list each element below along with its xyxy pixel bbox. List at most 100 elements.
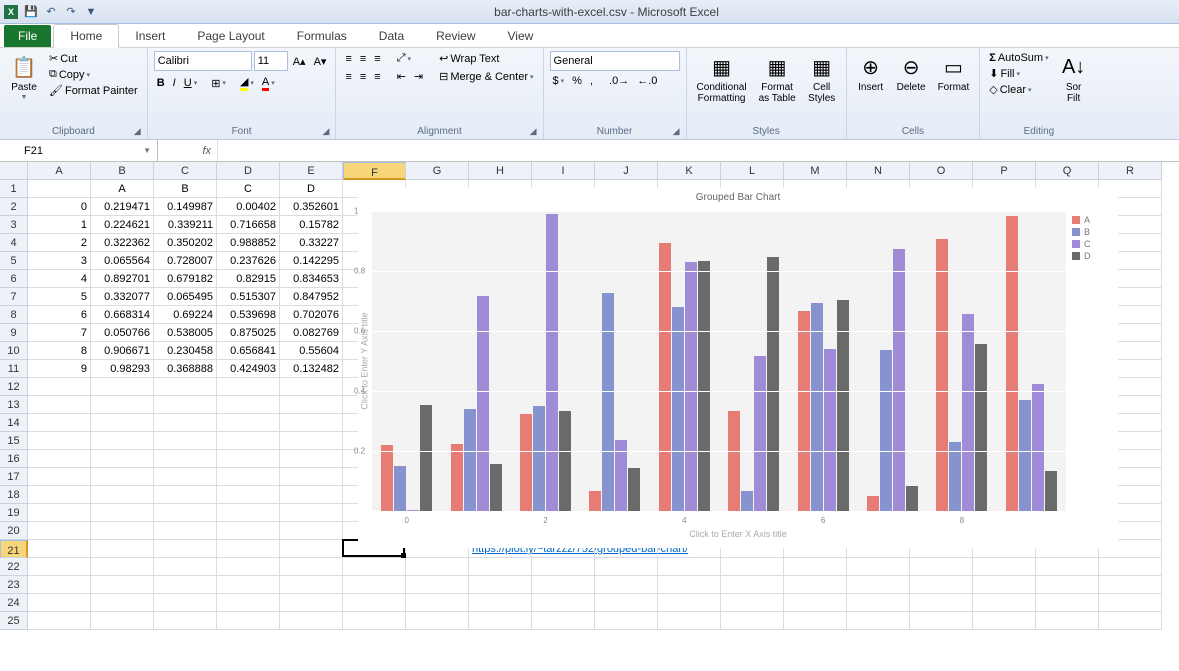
cell[interactable] — [28, 504, 91, 522]
row-header[interactable]: 16 — [0, 450, 28, 468]
cell[interactable]: 0.656841 — [217, 342, 280, 360]
cell[interactable]: 0.82915 — [217, 270, 280, 288]
dialog-launcher-icon[interactable]: ◢ — [530, 126, 537, 137]
cell[interactable] — [280, 540, 343, 558]
row-header[interactable]: 8 — [0, 306, 28, 324]
cell[interactable]: 0.875025 — [217, 324, 280, 342]
decrease-indent-button[interactable]: ⇤ — [394, 69, 409, 84]
cell[interactable] — [658, 612, 721, 630]
cell[interactable] — [1099, 594, 1162, 612]
clear-button[interactable]: ◇Clear▾ — [986, 82, 1051, 97]
delete-cells-button[interactable]: ⊖Delete — [893, 51, 930, 95]
cell[interactable] — [406, 594, 469, 612]
cell[interactable] — [154, 594, 217, 612]
fx-icon[interactable]: fx — [158, 140, 218, 161]
cell[interactable] — [910, 576, 973, 594]
cell[interactable] — [28, 450, 91, 468]
cell[interactable] — [343, 612, 406, 630]
column-header[interactable]: P — [973, 162, 1036, 180]
cell[interactable] — [1099, 612, 1162, 630]
cell[interactable] — [1036, 558, 1099, 576]
cell[interactable] — [154, 432, 217, 450]
row-header[interactable]: 2 — [0, 198, 28, 216]
name-box[interactable]: F21▼ — [18, 140, 158, 161]
cell[interactable]: D — [280, 180, 343, 198]
qat-dropdown-icon[interactable]: ▼ — [84, 5, 98, 19]
cut-button[interactable]: ✂Cut — [46, 51, 141, 66]
cell[interactable]: C — [217, 180, 280, 198]
cell[interactable]: 0.716658 — [217, 216, 280, 234]
column-header[interactable]: K — [658, 162, 721, 180]
tab-data[interactable]: Data — [363, 25, 420, 47]
cell[interactable] — [721, 594, 784, 612]
cell[interactable]: 0.424903 — [217, 360, 280, 378]
cell[interactable] — [469, 612, 532, 630]
cell[interactable]: 0.368888 — [154, 360, 217, 378]
row-header[interactable]: 21 — [0, 540, 28, 558]
cell[interactable] — [28, 468, 91, 486]
cell[interactable] — [280, 576, 343, 594]
cell[interactable] — [406, 576, 469, 594]
bold-button[interactable]: B — [154, 76, 168, 90]
tab-review[interactable]: Review — [420, 25, 491, 47]
font-name-select[interactable] — [154, 51, 252, 71]
column-header[interactable]: G — [406, 162, 469, 180]
comma-button[interactable]: , — [587, 74, 596, 88]
cell[interactable] — [343, 558, 406, 576]
cell[interactable] — [154, 558, 217, 576]
cell[interactable] — [217, 594, 280, 612]
chevron-down-icon[interactable]: ▼ — [143, 146, 151, 155]
sort-filter-button[interactable]: A↓Sor Filt — [1056, 51, 1092, 106]
conditional-formatting-button[interactable]: ▦Conditional Formatting — [693, 51, 751, 106]
cell[interactable]: 0.892701 — [91, 270, 154, 288]
cell[interactable] — [91, 558, 154, 576]
cell[interactable]: B — [154, 180, 217, 198]
cell[interactable] — [595, 558, 658, 576]
cell[interactable]: 0.98293 — [91, 360, 154, 378]
row-header[interactable]: 14 — [0, 414, 28, 432]
cell[interactable] — [91, 486, 154, 504]
cell[interactable] — [28, 594, 91, 612]
cell[interactable]: 0.538005 — [154, 324, 217, 342]
cell[interactable]: 0.15782 — [280, 216, 343, 234]
cell[interactable]: 0.668314 — [91, 306, 154, 324]
fill-color-button[interactable]: ◢▾ — [237, 74, 257, 92]
cell[interactable]: 6 — [28, 306, 91, 324]
format-as-table-button[interactable]: ▦Format as Table — [755, 51, 800, 106]
cell[interactable] — [658, 576, 721, 594]
cell[interactable]: 0.050766 — [91, 324, 154, 342]
align-center-button[interactable]: ≡ — [357, 70, 369, 84]
cell[interactable] — [280, 396, 343, 414]
cell[interactable]: 0.219471 — [91, 198, 154, 216]
cell[interactable] — [973, 576, 1036, 594]
cell[interactable] — [343, 594, 406, 612]
redo-icon[interactable]: ↷ — [64, 5, 78, 19]
cell[interactable] — [217, 414, 280, 432]
cell[interactable] — [91, 396, 154, 414]
align-bottom-button[interactable]: ≡ — [371, 52, 383, 66]
cell[interactable]: 0.728007 — [154, 252, 217, 270]
row-header[interactable]: 18 — [0, 486, 28, 504]
column-header[interactable]: J — [595, 162, 658, 180]
cell[interactable] — [91, 612, 154, 630]
column-header[interactable]: I — [532, 162, 595, 180]
cell[interactable] — [1099, 576, 1162, 594]
cell[interactable] — [721, 612, 784, 630]
decrease-decimal-button[interactable]: ←.0 — [634, 74, 660, 88]
cell[interactable]: 0 — [28, 198, 91, 216]
row-header[interactable]: 3 — [0, 216, 28, 234]
cell[interactable] — [91, 540, 154, 558]
cell[interactable] — [217, 378, 280, 396]
cell[interactable] — [847, 612, 910, 630]
cell[interactable]: A — [91, 180, 154, 198]
cell[interactable] — [154, 612, 217, 630]
cell[interactable]: 0.702076 — [280, 306, 343, 324]
cell[interactable] — [784, 594, 847, 612]
tab-formulas[interactable]: Formulas — [281, 25, 363, 47]
cell[interactable]: 0.237626 — [217, 252, 280, 270]
row-header[interactable]: 1 — [0, 180, 28, 198]
cell[interactable] — [217, 558, 280, 576]
cell[interactable] — [91, 504, 154, 522]
cell[interactable] — [91, 576, 154, 594]
cell[interactable] — [973, 558, 1036, 576]
